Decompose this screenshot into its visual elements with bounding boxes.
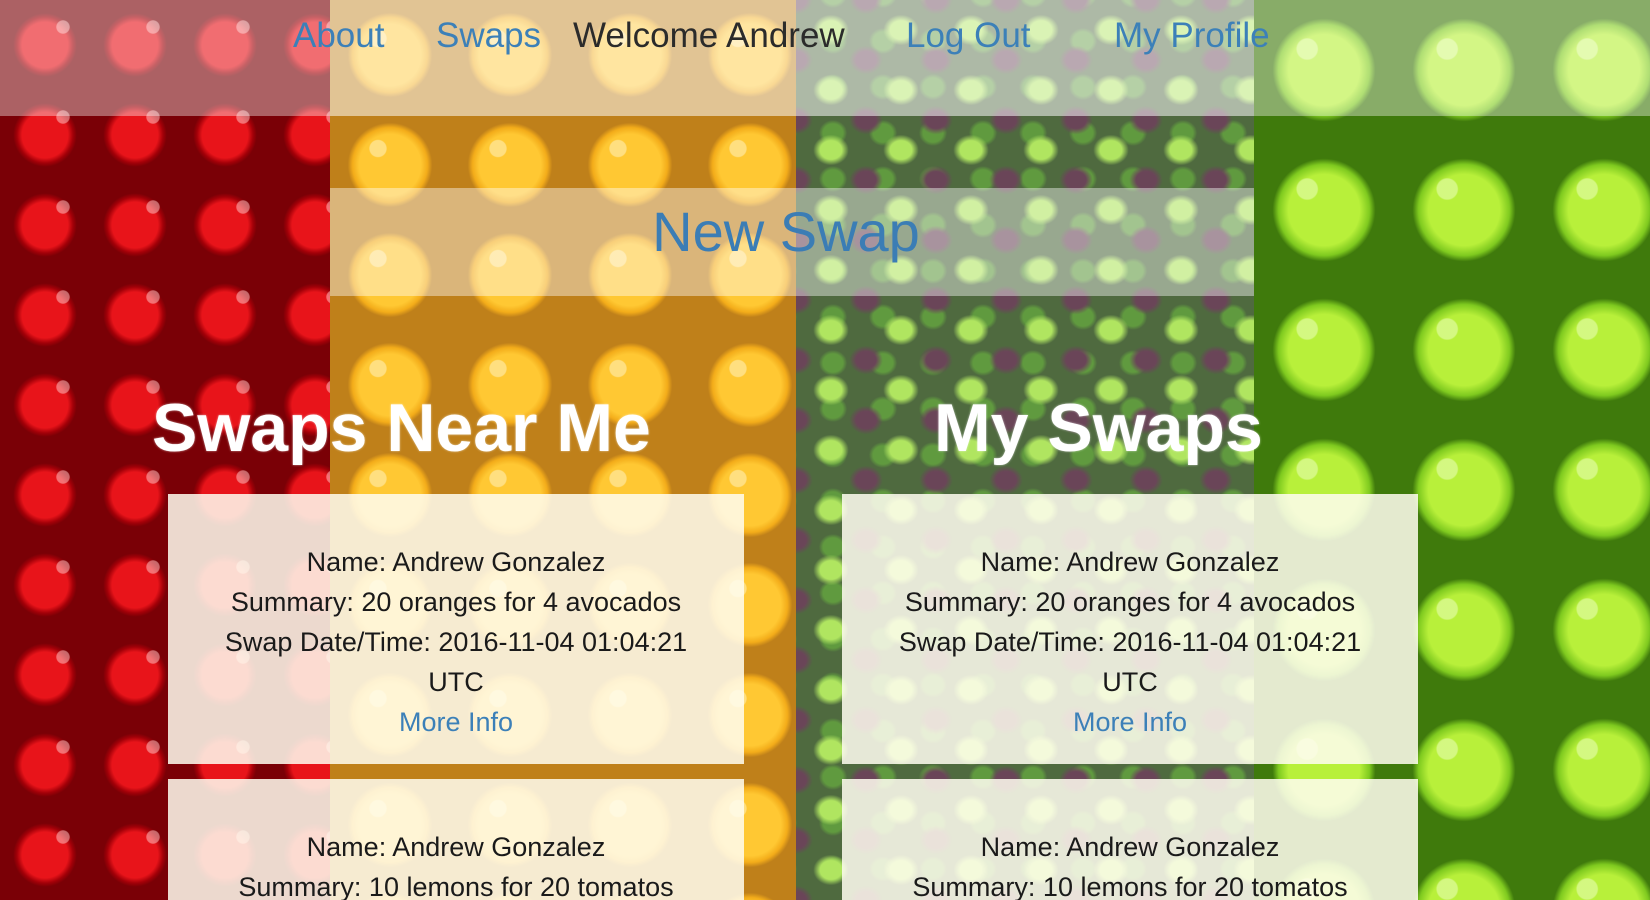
top-nav: About Swaps Welcome Andrew Log Out My Pr… [0, 0, 1650, 70]
swap-timezone: UTC [1102, 667, 1158, 697]
new-swap-link[interactable]: New Swap [0, 200, 1572, 264]
my-swaps-heading: My Swaps [934, 390, 1263, 466]
swap-datetime: Swap Date/Time: 2016-11-04 01:04:21 [224, 627, 688, 657]
swap-summary: Summary: 20 oranges for 4 avocados [230, 587, 682, 617]
nav-profile-link[interactable]: My Profile [1114, 16, 1270, 56]
swap-card: Name: Andrew Gonzalez Summary: 10 lemons… [842, 779, 1418, 900]
swap-summary: Summary: 10 lemons for 20 tomatos [238, 872, 674, 900]
more-info-link[interactable]: More Info [168, 702, 744, 742]
nav-about-link[interactable]: About [293, 16, 384, 56]
swap-summary: Summary: 20 oranges for 4 avocados [904, 587, 1356, 617]
welcome-message: Welcome Andrew [573, 16, 845, 55]
swap-datetime: Swap Date/Time: 2016-11-04 01:04:21 [898, 627, 1362, 657]
swaps-near-me-heading: Swaps Near Me [152, 390, 651, 466]
swap-card: Name: Andrew Gonzalez Summary: 20 orange… [842, 494, 1418, 764]
more-info-link[interactable]: More Info [842, 702, 1418, 742]
swap-timezone: UTC [428, 667, 484, 697]
swap-name: Name: Andrew Gonzalez [980, 832, 1280, 862]
swap-card: Name: Andrew Gonzalez Summary: 10 lemons… [168, 779, 744, 900]
nav-logout-link[interactable]: Log Out [906, 16, 1031, 56]
lime-background [1254, 0, 1650, 900]
swap-name: Name: Andrew Gonzalez [306, 547, 606, 577]
swap-card: Name: Andrew Gonzalez Summary: 20 orange… [168, 494, 744, 764]
nav-swaps-link[interactable]: Swaps [436, 16, 541, 56]
swap-name: Name: Andrew Gonzalez [306, 832, 606, 862]
swap-name: Name: Andrew Gonzalez [980, 547, 1280, 577]
swap-summary: Summary: 10 lemons for 20 tomatos [912, 872, 1348, 900]
